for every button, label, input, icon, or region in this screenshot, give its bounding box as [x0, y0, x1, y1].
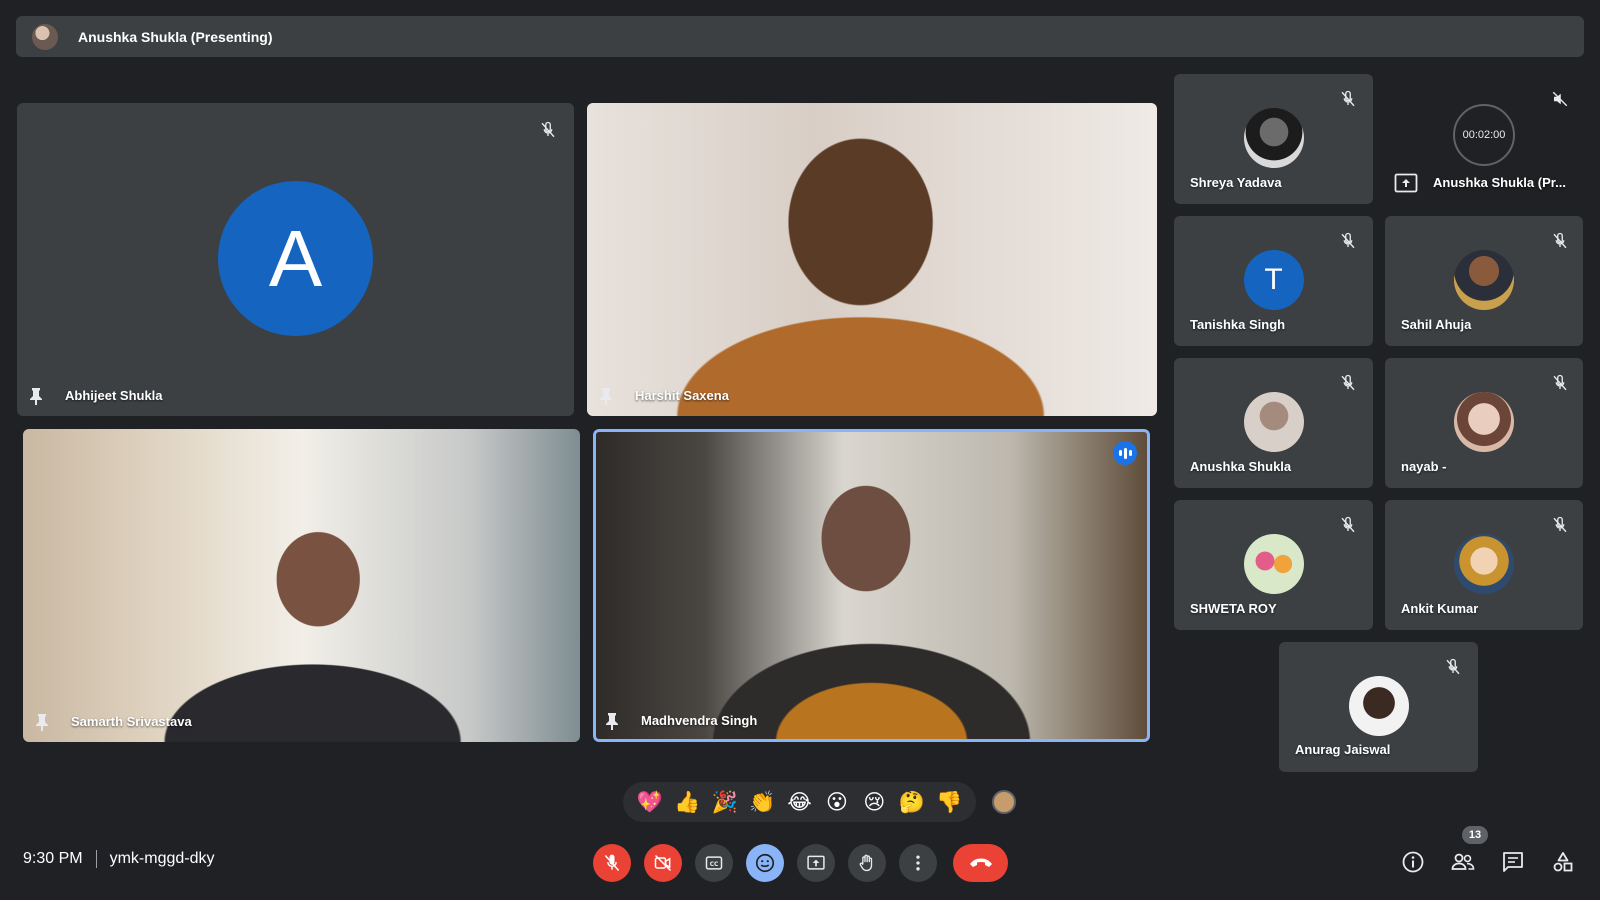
participant-tile-harshit[interactable]: Harshit Saxena — [587, 103, 1157, 416]
participant-tile-madhvendra[interactable]: Madhvendra Singh — [593, 429, 1150, 742]
pin-icon[interactable] — [605, 712, 619, 730]
chat-icon — [1503, 852, 1523, 872]
participant-name: Tanishka Singh — [1190, 317, 1286, 332]
participant-tile-sahil[interactable]: Sahil Ahuja — [1385, 216, 1583, 346]
people-icon — [1451, 853, 1475, 870]
mic-off-icon — [1553, 374, 1567, 391]
video-feed — [23, 429, 580, 742]
camera-toggle-button[interactable] — [644, 844, 682, 882]
chat-button[interactable] — [1499, 848, 1527, 876]
present-screen-icon — [1394, 173, 1418, 193]
captions-icon: CC — [705, 856, 723, 870]
participant-tile-abhijeet[interactable]: A Abhijeet Shukla — [17, 103, 574, 416]
video-feed — [593, 429, 1150, 742]
reaction-thumbs-up[interactable]: 👍 — [672, 791, 702, 813]
presenting-banner[interactable]: Anushka Shukla (Presenting) — [16, 16, 1584, 57]
participant-name: nayab - — [1401, 459, 1447, 474]
speaking-indicator-icon — [1113, 441, 1137, 465]
skin-tone-picker[interactable] — [992, 790, 1016, 814]
hand-icon — [859, 854, 873, 872]
raise-hand-button[interactable] — [848, 844, 886, 882]
mic-toggle-button[interactable] — [593, 844, 631, 882]
participant-tile-ankit[interactable]: Ankit Kumar — [1385, 500, 1583, 630]
avatar — [1454, 250, 1514, 310]
meeting-code[interactable]: ymk-mggd-dky — [110, 850, 215, 868]
pin-icon[interactable] — [599, 387, 613, 405]
mic-off-icon — [1341, 374, 1355, 391]
avatar — [1454, 392, 1514, 452]
clock-time: 9:30 PM — [23, 850, 83, 867]
reactions-button[interactable] — [746, 844, 784, 882]
avatar — [1348, 676, 1409, 736]
mic-off-icon — [604, 854, 620, 871]
avatar: A — [218, 181, 373, 336]
participant-name: Harshit Saxena — [635, 388, 729, 403]
divider — [95, 850, 97, 868]
participant-tile-anushka[interactable]: Anushka Shukla — [1174, 358, 1373, 488]
camera-off-icon — [654, 854, 672, 872]
reaction-party[interactable]: 🎉 — [710, 791, 740, 813]
avatar — [1243, 108, 1304, 168]
participant-name: Anushka Shukla — [1190, 459, 1292, 474]
participant-tile-anurag[interactable]: Anurag Jaiswal — [1279, 642, 1478, 772]
reaction-sad[interactable]: 😢 — [859, 791, 889, 813]
timer: 00:02:00 — [1453, 104, 1515, 166]
mic-off-icon — [1553, 232, 1567, 249]
participant-tile-anushka-presentation[interactable]: 00:02:00 Anushka Shukla (Pr... — [1385, 74, 1583, 204]
reaction-laugh[interactable]: 😂 — [784, 791, 814, 813]
participant-name: Samarth Srivastava — [71, 714, 192, 729]
mic-off-icon — [1341, 516, 1355, 533]
avatar — [1243, 392, 1304, 452]
svg-text:CC: CC — [710, 862, 719, 868]
presenting-label: Anushka Shukla (Presenting) — [78, 28, 273, 45]
participant-tile-shweta[interactable]: SHWETA ROY — [1174, 500, 1373, 630]
participant-tile-tanishka[interactable]: T Tanishka Singh — [1174, 216, 1373, 346]
mic-off-icon — [1553, 516, 1567, 533]
participant-name: Sahil Ahuja — [1401, 317, 1472, 332]
mic-off-icon — [1446, 658, 1460, 675]
avatar: T — [1243, 250, 1304, 310]
captions-button[interactable]: CC — [695, 844, 733, 882]
reaction-heart[interactable]: 💖 — [635, 791, 665, 813]
pin-icon[interactable] — [35, 713, 49, 731]
end-call-icon — [969, 858, 992, 867]
smiley-icon — [755, 853, 775, 873]
participant-name: Anurag Jaiswal — [1295, 742, 1391, 757]
mic-off-icon — [541, 121, 555, 138]
leave-call-button[interactable] — [953, 844, 1008, 882]
more-vert-icon — [916, 855, 920, 871]
present-screen-button[interactable] — [797, 844, 835, 882]
mic-off-icon — [1341, 232, 1355, 249]
reaction-thinking[interactable]: 🤔 — [897, 791, 927, 813]
participant-name: Ankit Kumar — [1401, 601, 1479, 616]
participants-count-badge: 13 — [1462, 826, 1488, 844]
reaction-clap[interactable]: 👏 — [747, 791, 777, 813]
avatar — [1243, 534, 1304, 594]
reaction-thumbs-down[interactable]: 👎 — [934, 791, 964, 813]
participant-tile-nayab[interactable]: nayab - — [1385, 358, 1583, 488]
participant-name: Shreya Yadava — [1190, 175, 1282, 190]
more-options-button[interactable] — [899, 844, 937, 882]
participants-button[interactable] — [1449, 848, 1477, 876]
reaction-surprised[interactable]: 😮 — [822, 791, 852, 813]
present-screen-icon — [807, 855, 825, 870]
participant-name: SHWETA ROY — [1190, 601, 1277, 616]
video-feed — [587, 103, 1157, 416]
info-icon — [1402, 851, 1424, 873]
volume-off-icon — [1552, 91, 1568, 107]
pin-icon[interactable] — [29, 387, 43, 405]
meeting-info: 9:30 PM ymk-mggd-dky — [23, 850, 215, 868]
presenter-avatar — [32, 23, 58, 50]
mic-off-icon — [1341, 90, 1355, 107]
reactions-bar: 💖 👍 🎉 👏 😂 😮 😢 🤔 👎 — [623, 782, 976, 822]
participant-tile-samarth[interactable]: Samarth Srivastava — [23, 429, 580, 742]
avatar — [1454, 534, 1514, 594]
participant-tile-shreya[interactable]: Shreya Yadava — [1174, 74, 1373, 204]
activities-icon — [1553, 852, 1573, 872]
participant-name: Madhvendra Singh — [641, 713, 758, 728]
participant-name: Anushka Shukla (Pr... — [1433, 175, 1566, 190]
meeting-details-button[interactable] — [1399, 848, 1427, 876]
participant-name: Abhijeet Shukla — [65, 388, 163, 403]
activities-button[interactable] — [1549, 848, 1577, 876]
